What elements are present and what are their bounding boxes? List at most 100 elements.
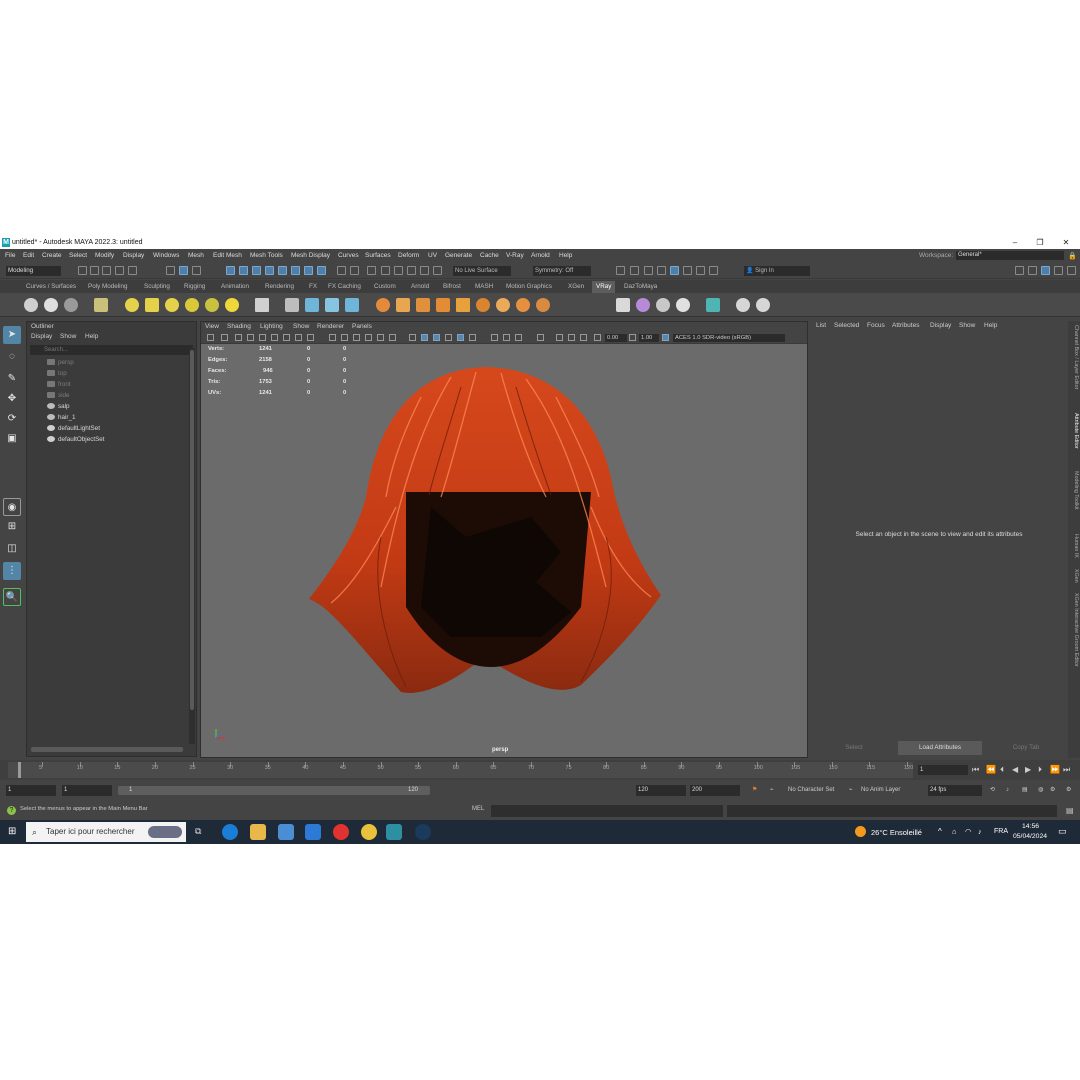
snap-surface-icon[interactable] [394,266,403,275]
move-tool-icon[interactable]: ✥ [3,390,21,408]
side-tab-xgen[interactable]: XGen [1069,569,1079,583]
xray-icon[interactable] [365,334,372,341]
mask-surface-icon[interactable] [291,266,300,275]
mask-face-icon[interactable] [252,266,261,275]
vray-ies-light-icon[interactable] [205,298,219,312]
select-object-icon[interactable] [179,266,188,275]
go-to-end-icon[interactable]: ⏭ [1063,765,1070,775]
side-tab-channel-box[interactable]: Channel Box / Layer Editor [1069,325,1079,389]
current-time-indicator[interactable] [18,762,21,778]
render-frame-icon[interactable] [630,266,639,275]
isolate-select-icon[interactable] [491,334,498,341]
task-view-icon[interactable]: ⧉ [195,826,201,837]
wireframe-icon[interactable] [329,334,336,341]
step-back-frame-icon[interactable]: ⏴ [1000,765,1004,775]
shelf-tab-sculpting[interactable]: Sculpting [140,281,174,293]
go-to-start-icon[interactable]: ⏮ [972,765,979,775]
shelf-tab-bifrost[interactable]: Bifrost [439,281,465,293]
shelf-tab-poly-modeling[interactable]: Poly Modeling [84,281,132,293]
ae-load-attributes-button[interactable]: Load Attributes [898,741,982,755]
shelf-tab-vray[interactable]: VRay [592,281,616,293]
hair-model[interactable] [301,367,681,717]
outliner-menu-show[interactable]: Show [60,333,76,340]
outliner-horizontal-scrollbar[interactable] [31,747,183,752]
playback-end-field[interactable]: 120 [636,785,686,796]
outliner-item-hair-1[interactable]: hair_1 [47,412,76,423]
vray-file-icon[interactable] [616,298,630,312]
vray-render-elements-icon[interactable] [496,298,510,312]
character-set-select[interactable]: No Character Set [788,785,834,796]
input-output-icon[interactable] [433,266,442,275]
vray-plane-icon[interactable] [255,298,269,312]
script-editor-icon[interactable]: ▤ [1066,806,1074,815]
loop-icon[interactable]: ⟲ [990,785,995,796]
vray-subdiv-icon[interactable] [436,298,450,312]
shelf-tab-rigging[interactable]: Rigging [180,281,209,293]
motion-blur-icon[interactable] [445,334,452,341]
menu-deform[interactable]: Deform [398,249,419,262]
two-view-layout-icon[interactable]: ◫ [3,540,21,558]
gamma-field[interactable]: 1.00 [639,334,659,342]
vray-mesh-light-icon[interactable] [185,298,199,312]
shelf-tab-animation[interactable]: Animation [217,281,253,293]
opera-icon[interactable] [333,824,349,840]
outliner-search-input[interactable]: Search... [30,345,193,355]
menu-modify[interactable]: Modify [95,249,114,262]
menu-vray[interactable]: V-Ray [506,249,524,262]
film-gate-icon[interactable] [271,334,278,341]
four-view-layout-icon[interactable]: ⊞ [3,518,21,536]
ae-select-button[interactable]: Select [812,741,896,755]
shelf-tab-mash[interactable]: MASH [471,281,497,293]
windows-start-icon[interactable]: ⊞ [8,826,16,837]
store-icon[interactable] [278,824,294,840]
symmetry-field[interactable]: Symmetry: Off [533,266,591,276]
vray-ipr-icon[interactable] [44,298,58,312]
redo-icon[interactable] [128,266,137,275]
menu-curves[interactable]: Curves [338,249,359,262]
ae-menu-selected[interactable]: Selected [834,322,859,329]
playback-start-field[interactable]: 1 [62,785,112,796]
gate-mask-icon[interactable] [295,334,302,341]
mask-joint-icon[interactable] [317,266,326,275]
sound-icon[interactable]: ◍ [1038,785,1043,796]
outliner-menu-display[interactable]: Display [31,333,52,340]
play-forwards-icon[interactable]: ▶ [1025,765,1031,774]
menu-set-select[interactable]: Modeling [6,266,61,276]
vray-render-icon[interactable] [24,298,38,312]
menu-edit-mesh[interactable]: Edit Mesh [213,249,242,262]
menu-uv[interactable]: UV [428,249,437,262]
command-input[interactable] [491,805,723,817]
outliner-layout-icon[interactable]: ⋮ [3,562,21,580]
snap-grid-icon[interactable] [337,266,346,275]
menu-arnold[interactable]: Arnold [531,249,550,262]
network-icon[interactable]: ⌂ [952,827,957,836]
undo-icon[interactable] [115,266,124,275]
file-explorer-icon[interactable] [250,824,266,840]
outliner-menu-help[interactable]: Help [85,333,98,340]
animation-preferences-icon[interactable]: ⚙ [1050,785,1055,796]
mask-curve-icon[interactable] [278,266,287,275]
save-scene-icon[interactable] [102,266,111,275]
minimize-button[interactable]: – [1003,236,1027,249]
mask-uv-icon[interactable] [265,266,274,275]
scrollbar-thumb[interactable] [190,350,194,710]
animation-start-field[interactable]: 1 [6,785,56,796]
field-chart-icon[interactable] [307,334,314,341]
use-all-lights-icon[interactable] [409,334,416,341]
hypershade-icon[interactable] [670,266,679,275]
outliner-item-defaultlightset[interactable]: defaultLightSet [47,423,100,434]
restore-button[interactable]: ❐ [1028,236,1052,249]
pause-icon[interactable] [709,266,718,275]
ambient-occlusion-icon[interactable] [433,334,440,341]
vray-render-icon[interactable] [683,266,692,275]
ae-menu-focus[interactable]: Focus [867,322,885,329]
menu-cache[interactable]: Cache [480,249,499,262]
taskbar-search-input[interactable]: ⌕ Taper ici pour rechercher [26,822,186,842]
lock-icon[interactable]: 🔒 [1068,252,1077,260]
exposure-icon[interactable] [580,334,587,341]
view-transform-select[interactable]: ACES 1.0 SDR-video (sRGB) [673,334,785,342]
mail-icon[interactable] [305,824,321,840]
menu-surfaces[interactable]: Surfaces [365,249,391,262]
viewport-menu-show[interactable]: Show [293,322,309,332]
snap-point-icon[interactable] [367,266,376,275]
